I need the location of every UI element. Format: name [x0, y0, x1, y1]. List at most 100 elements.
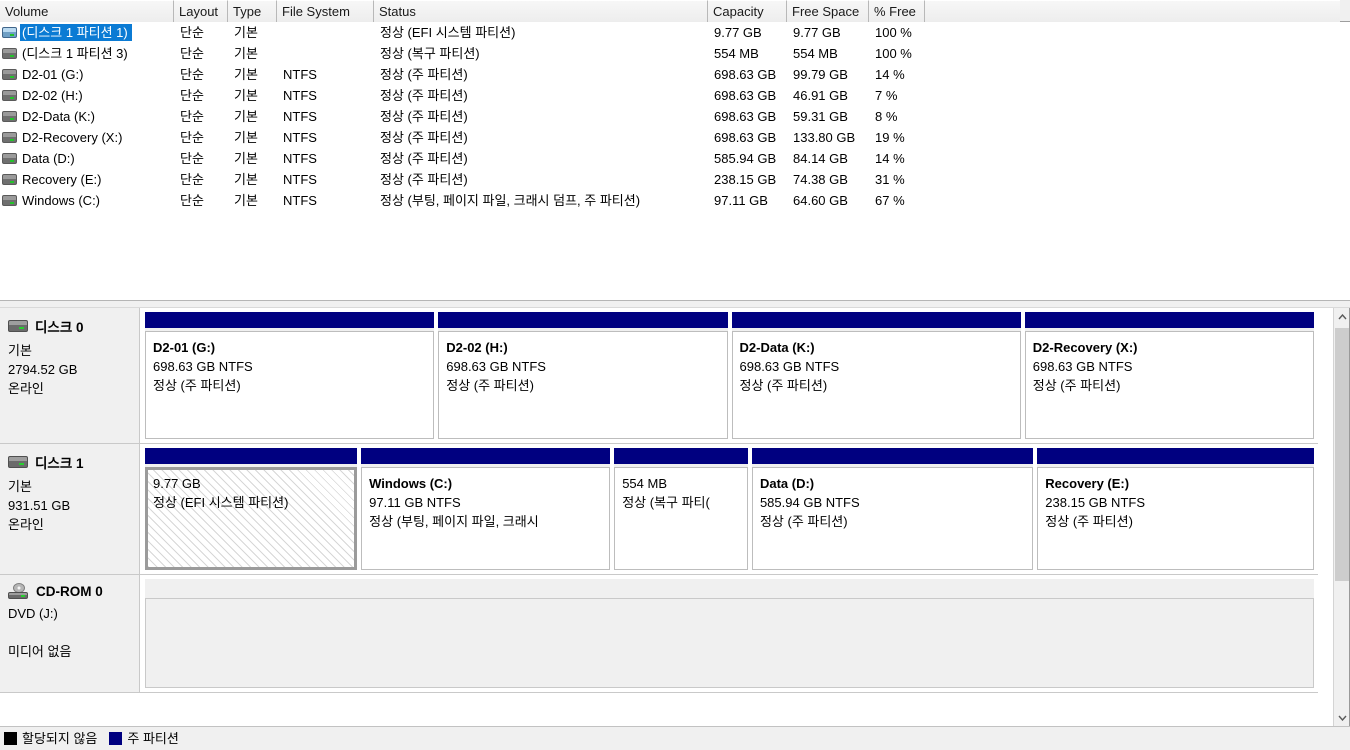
partition-details: 9.77 GB 정상 (EFI 시스템 파티션) — [145, 467, 358, 570]
table-row[interactable]: Recovery (E:) 단순 기본 NTFS 정상 (주 파티션) 238.15 GB… — [0, 169, 1350, 190]
legend-bar: 할당되지 않음 주 파티션 — [0, 726, 1350, 750]
partition-block[interactable]: D2-01 (G:) 698.63 GB NTFS 정상 (주 파티션) — [145, 312, 435, 439]
disk-info-panel[interactable]: CD-ROM 0 DVD (J:) 미디어 없음 — [0, 575, 140, 692]
cell-type: 기본 — [234, 193, 258, 208]
partition-name-label: D2-02 (H:) — [446, 340, 508, 355]
cell-capacity: 238.15 GB — [714, 172, 777, 187]
cell-free_space: 74.38 GB — [793, 172, 848, 187]
partition-size-label: 698.63 GB NTFS — [739, 359, 840, 374]
partition-block[interactable]: D2-Data (K:) 698.63 GB NTFS 정상 (주 파티션) — [731, 312, 1021, 439]
cell-pct_free: 14 % — [875, 67, 905, 82]
legend-swatch — [4, 732, 17, 745]
cell-free_space: 99.79 GB — [793, 67, 848, 82]
table-row[interactable]: Data (D:) 단순 기본 NTFS 정상 (주 파티션) 585.94 GB 84.1… — [0, 148, 1350, 169]
disk-name-label: 디스크 1 — [35, 456, 84, 471]
column-header-type[interactable]: Type — [228, 0, 277, 22]
partition-details: D2-02 (H:) 698.63 GB NTFS 정상 (주 파티션) — [438, 331, 728, 439]
cell-free_space: 84.14 GB — [793, 151, 848, 166]
partition-block[interactable]: 554 MB 정상 (복구 파티( — [614, 448, 748, 570]
cell-type: 기본 — [234, 46, 258, 61]
partition-color-bar — [1037, 448, 1314, 464]
disk-row[interactable]: 디스크 0 기본 2794.52 GB 온라인 D2-01 (G:) 698.63 GB … — [0, 308, 1318, 444]
partition-block[interactable]: Data (D:) 585.94 GB NTFS 정상 (주 파티션) — [751, 448, 1034, 570]
volume-name-label: D2-02 (H:) — [22, 88, 83, 103]
graphical-view-scrollbar[interactable] — [1333, 308, 1350, 726]
partition-status-label: 정상 (주 파티션) — [153, 378, 241, 393]
column-header-volume[interactable]: Volume — [0, 0, 174, 22]
table-row[interactable]: (디스크 1 파티션 3) 단순 기본 정상 (복구 파티션) 554 MB 554 MB… — [0, 43, 1350, 64]
scrollbar-thumb[interactable] — [1335, 328, 1350, 581]
partition-details: Windows (C:) 97.11 GB NTFS 정상 (부팅, 페이지 파일,… — [361, 467, 611, 570]
cell-file_system: NTFS — [283, 193, 317, 208]
column-header-status[interactable]: Status — [374, 0, 708, 22]
pane-splitter[interactable] — [0, 300, 1350, 308]
no-media-area[interactable] — [145, 579, 1314, 688]
volume-name-label: Windows (C:) — [22, 193, 101, 208]
partition-color-bar — [438, 312, 728, 328]
partition-block[interactable]: Recovery (E:) 238.15 GB NTFS 정상 (주 파티션) — [1037, 448, 1314, 570]
table-row[interactable]: D2-02 (H:) 단순 기본 NTFS 정상 (주 파티션) 698.63 GB 46.… — [0, 85, 1350, 106]
volume-name-label: D2-Data (K:) — [22, 109, 95, 124]
table-row[interactable]: Windows (C:) 단순 기본 NTFS 정상 (부팅, 페이지 파일, 크래시 … — [0, 190, 1350, 211]
table-row[interactable]: D2-Data (K:) 단순 기본 NTFS 정상 (주 파티션) 698.63 GB 5… — [0, 106, 1350, 127]
disk-info-panel[interactable]: 디스크 0 기본 2794.52 GB 온라인 — [0, 308, 140, 443]
legend-label: 주 파티션 — [127, 731, 179, 746]
partition-block[interactable]: 9.77 GB 정상 (EFI 시스템 파티션) — [145, 448, 358, 570]
partition-name-label: Recovery (E:) — [1045, 476, 1130, 491]
cell-layout: 단순 — [180, 25, 204, 40]
disk-title: 디스크 1 — [8, 452, 133, 472]
cell-layout: 단순 — [180, 67, 204, 82]
partition-name-label: D2-Data (K:) — [739, 340, 815, 355]
table-row[interactable]: D2-Recovery (X:) 단순 기본 NTFS 정상 (주 파티션) 698.63… — [0, 127, 1350, 148]
cell-layout: 단순 — [180, 172, 204, 187]
disk-size-label: 931.51 GB — [8, 498, 71, 513]
cell-status: 정상 (부팅, 페이지 파일, 크래시 덤프, 주 파티션) — [380, 193, 641, 208]
partition-block[interactable]: D2-Recovery (X:) 698.63 GB NTFS 정상 (주 파티션) — [1024, 312, 1314, 439]
disk-title: CD-ROM 0 — [8, 583, 133, 599]
volume-list-body[interactable]: (디스크 1 파티션 1) 단순 기본 정상 (EFI 시스템 파티션) 9.77 GB… — [0, 22, 1350, 300]
disk-state-label: 온라인 — [8, 381, 44, 396]
drive-icon — [2, 153, 17, 164]
column-header-file_system[interactable]: File System — [277, 0, 374, 22]
disk-state-label: 온라인 — [8, 517, 44, 532]
drive-icon — [2, 174, 17, 185]
disk-row[interactable]: 디스크 1 기본 931.51 GB 온라인 9.77 GB 정상 (EFI 시스템 파티… — [0, 444, 1318, 575]
disk-info-panel[interactable]: 디스크 1 기본 931.51 GB 온라인 — [0, 444, 140, 574]
disk-row[interactable]: CD-ROM 0 DVD (J:) 미디어 없음 — [0, 575, 1318, 693]
volume-name-label: (디스크 1 파티션 3) — [22, 46, 128, 61]
column-header-capacity[interactable]: Capacity — [708, 0, 787, 22]
disk-title: 디스크 0 — [8, 316, 133, 336]
partition-block[interactable]: Windows (C:) 97.11 GB NTFS 정상 (부팅, 페이지 파일,… — [361, 448, 611, 570]
partition-details: 554 MB 정상 (복구 파티( — [614, 467, 748, 570]
cell-pct_free: 100 % — [875, 46, 912, 61]
column-header-layout[interactable]: Layout — [174, 0, 228, 22]
drive-icon — [2, 27, 17, 38]
partition-status-label: 정상 (EFI 시스템 파티션) — [153, 495, 289, 510]
partition-block[interactable]: D2-02 (H:) 698.63 GB NTFS 정상 (주 파티션) — [438, 312, 728, 439]
cell-status: 정상 (주 파티션) — [380, 151, 468, 166]
column-header-blank[interactable] — [925, 0, 1340, 22]
legend-swatch — [109, 732, 123, 745]
volume-list-header[interactable]: Volume Layout Type File System Status Capacit… — [0, 0, 1350, 22]
partition-details: D2-Data (K:) 698.63 GB NTFS 정상 (주 파티션) — [731, 331, 1021, 439]
partition-name-label: D2-Recovery (X:) — [1032, 340, 1138, 355]
partition-size-label: 9.77 GB — [153, 476, 201, 491]
column-header-free_space[interactable]: Free Space — [787, 0, 869, 22]
partition-status-label: 정상 (부팅, 페이지 파일, 크래시 — [369, 514, 539, 529]
scroll-up-arrow-icon[interactable] — [1334, 308, 1350, 325]
cell-pct_free: 100 % — [875, 25, 912, 40]
cell-pct_free: 8 % — [875, 109, 898, 124]
column-header-pct_free[interactable]: % Free — [869, 0, 925, 22]
partition-details: Data (D:) 585.94 GB NTFS 정상 (주 파티션) — [751, 467, 1034, 570]
table-row[interactable]: (디스크 1 파티션 1) 단순 기본 정상 (EFI 시스템 파티션) 9.77 GB… — [0, 22, 1350, 43]
table-row[interactable]: D2-01 (G:) 단순 기본 NTFS 정상 (주 파티션) 698.63 GB 99.… — [0, 64, 1350, 85]
volume-cell: D2-02 (H:) — [0, 85, 174, 106]
partition-color-bar — [1024, 312, 1314, 328]
cell-status: 정상 (주 파티션) — [380, 130, 468, 145]
scroll-down-arrow-icon[interactable] — [1334, 709, 1350, 726]
partition-strip: D2-01 (G:) 698.63 GB NTFS 정상 (주 파티션) D2-02 … — [141, 308, 1318, 443]
drive-icon — [2, 132, 17, 143]
partition-color-bar — [145, 579, 1314, 595]
cell-capacity: 97.11 GB — [714, 193, 768, 208]
cell-layout: 단순 — [180, 109, 204, 124]
